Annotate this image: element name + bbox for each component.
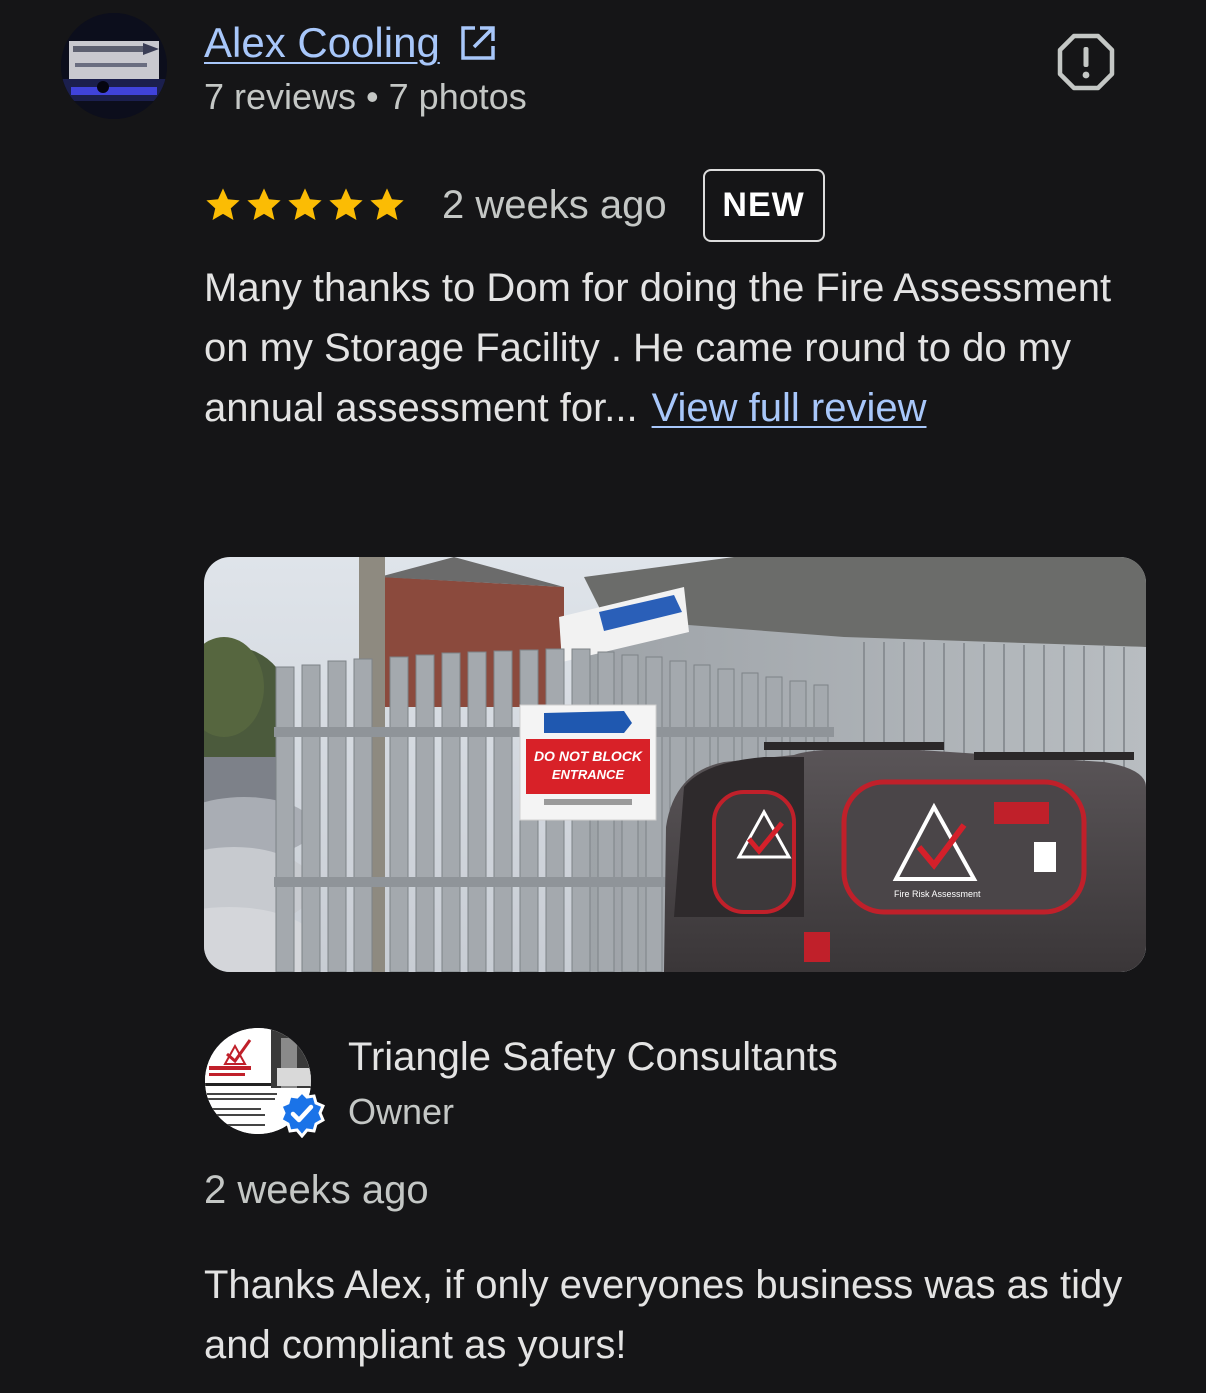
star-rating (204, 186, 406, 224)
review-date: 2 weeks ago (442, 182, 667, 227)
owner-name: Triangle Safety Consultants (348, 1035, 838, 1079)
star-icon (206, 188, 240, 221)
report-icon[interactable] (1057, 33, 1115, 91)
reply-date: 2 weeks ago (204, 1168, 429, 1212)
reviewer-name-link[interactable]: Alex Cooling (204, 16, 440, 70)
reviewer-stats: 7 reviews • 7 photos (204, 76, 527, 117)
reviewer-avatar-image (61, 13, 167, 119)
verified-badge-icon (279, 1090, 325, 1138)
sign-text-do-not-block: DO NOT BLOCK (534, 748, 643, 764)
open-in-new-icon[interactable] (458, 23, 498, 63)
star-icon (370, 188, 404, 221)
owner-role: Owner (348, 1091, 455, 1132)
star-icon (247, 188, 281, 221)
reviewer-name-row: Alex Cooling (204, 16, 498, 70)
view-full-review-link[interactable]: View full review (652, 386, 927, 430)
new-badge: NEW (702, 168, 825, 242)
rating-row: 2 weeks ago NEW (204, 166, 825, 244)
van-text: Fire Risk Assessment (894, 889, 981, 899)
review-card: Alex Cooling 7 reviews • 7 photos 2 week… (0, 0, 1206, 1393)
review-text: Many thanks to Dom for doing the Fire As… (204, 258, 1154, 438)
reply-text: Thanks Alex, if only everyones business … (204, 1263, 1123, 1367)
reviewer-avatar[interactable] (61, 13, 167, 119)
sign-text-entrance: ENTRANCE (552, 767, 625, 782)
star-icon (329, 188, 363, 221)
review-photo[interactable]: DO NOT BLOCK ENTRANCE Fire Risk Assessme… (204, 557, 1146, 972)
star-icon (288, 188, 322, 221)
review-photo-image: DO NOT BLOCK ENTRANCE Fire Risk Assessme… (204, 557, 1146, 972)
